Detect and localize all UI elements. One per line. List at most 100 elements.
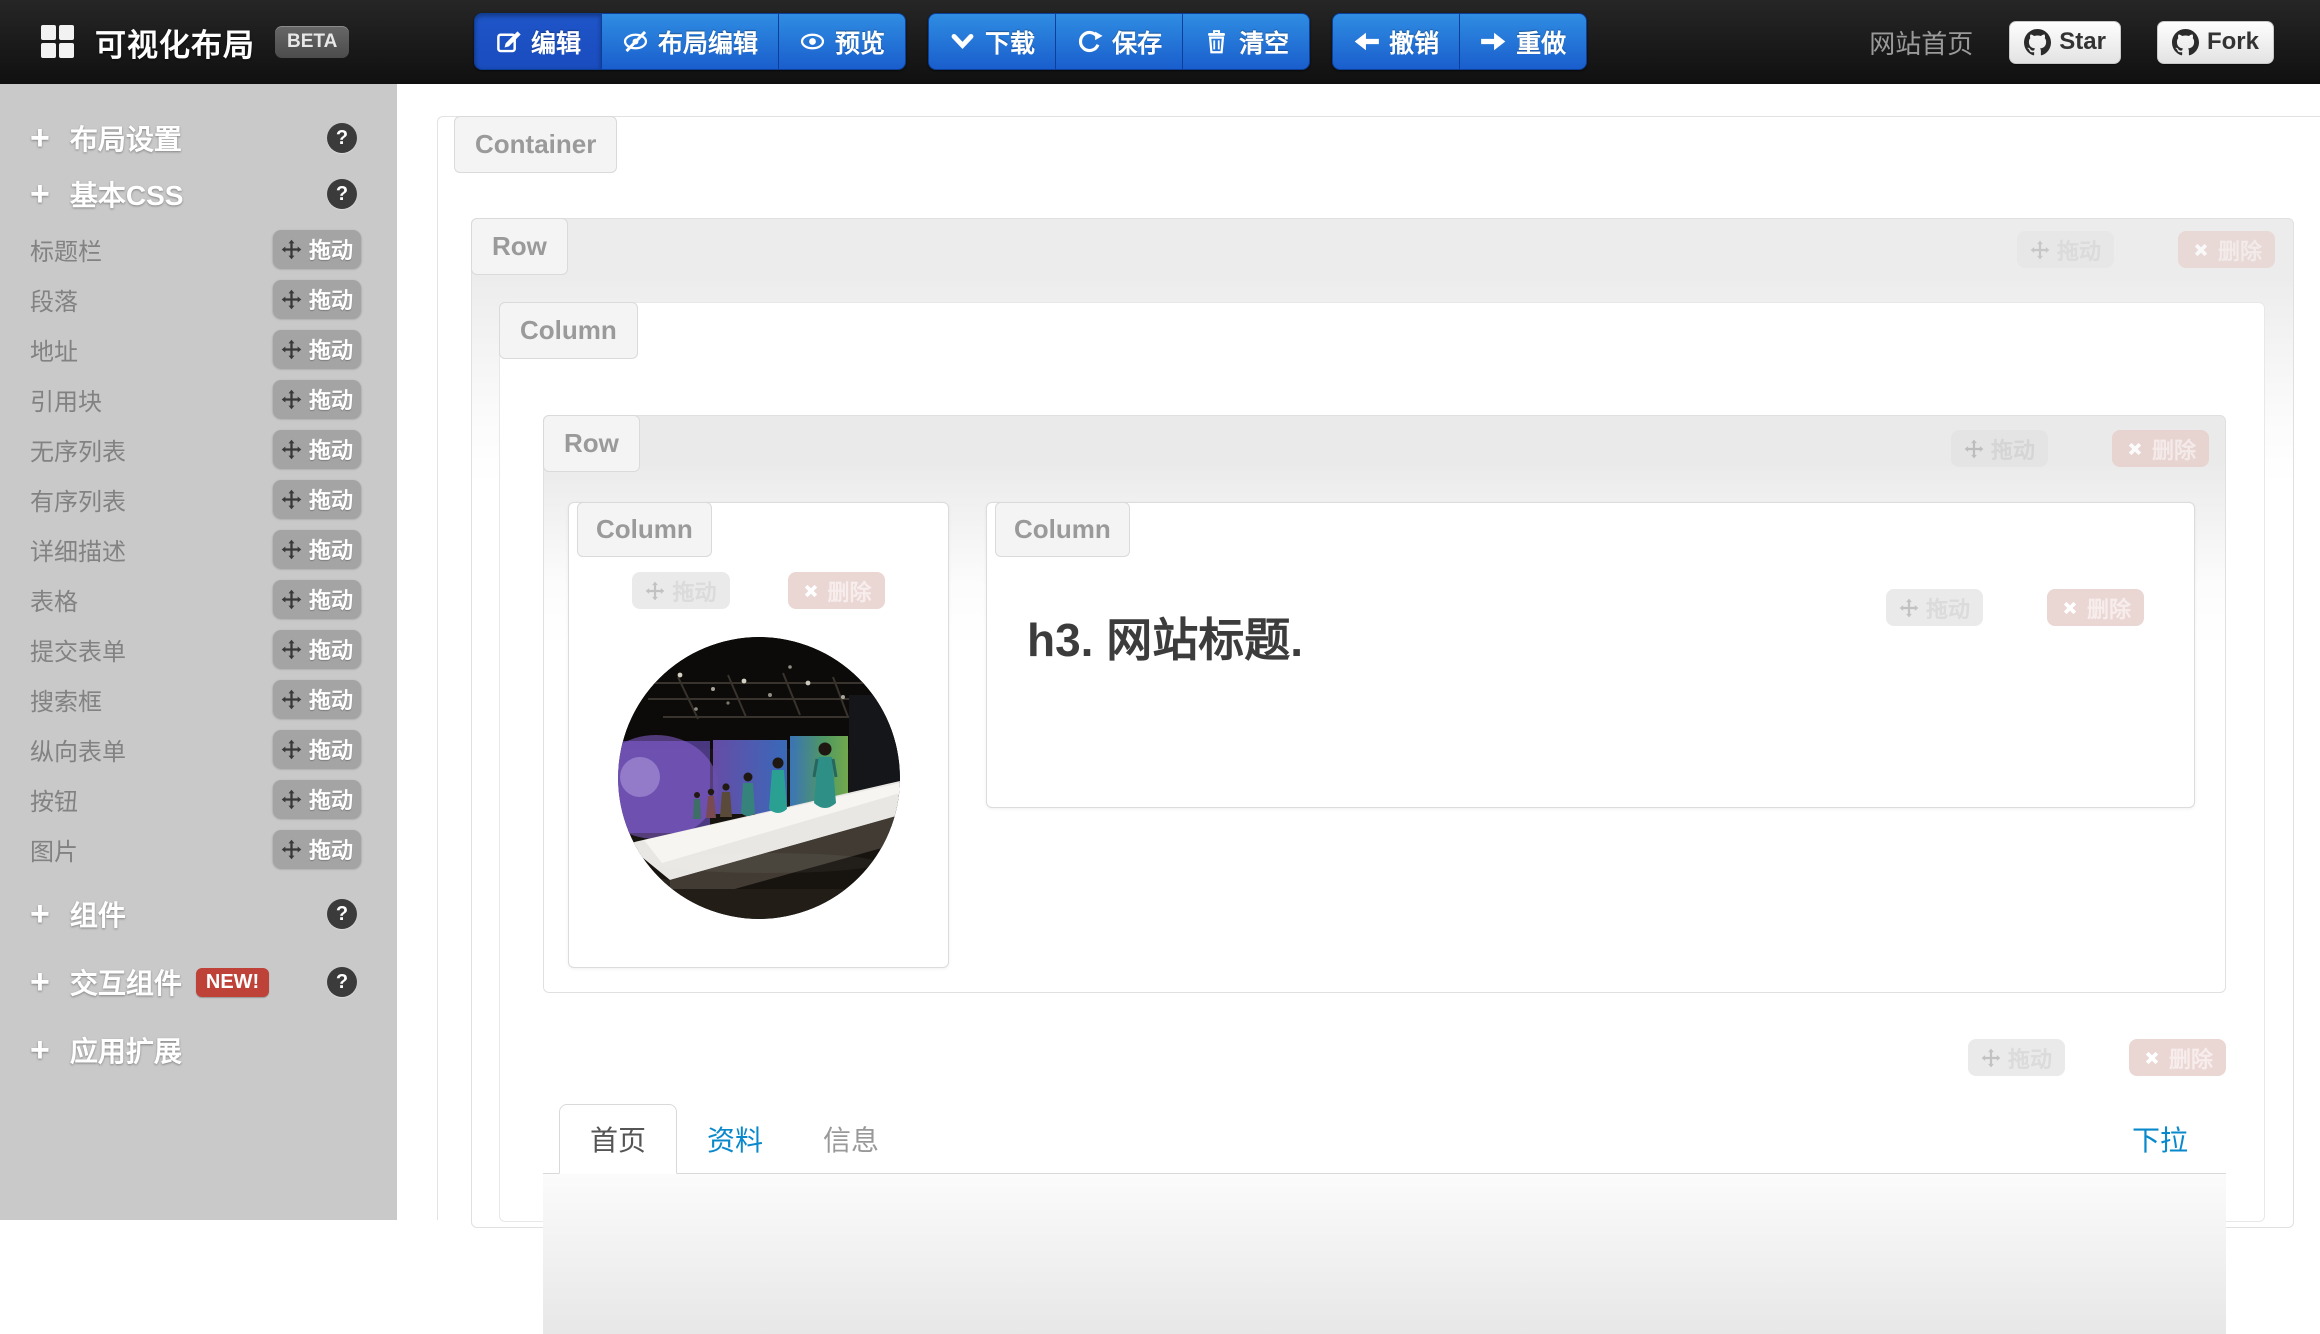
row-label[interactable]: Row bbox=[471, 218, 568, 275]
move-icon bbox=[281, 689, 302, 710]
plus-icon: + bbox=[30, 121, 50, 155]
drag-label: 拖动 bbox=[309, 533, 353, 565]
container-label[interactable]: Container bbox=[454, 116, 617, 173]
drag-button[interactable]: 拖动 bbox=[1951, 430, 2048, 467]
save-button[interactable]: 保存 bbox=[1056, 13, 1183, 70]
sidebar-section-layout-settings[interactable]: + 布局设置 ? bbox=[0, 110, 397, 166]
close-icon bbox=[2060, 598, 2080, 618]
tab-profile[interactable]: 资料 bbox=[677, 1105, 793, 1173]
row-label[interactable]: Row bbox=[543, 415, 640, 472]
refresh-icon bbox=[1076, 28, 1103, 55]
section-label: 应用扩展 bbox=[70, 1030, 182, 1070]
item-label: 引用块 bbox=[30, 382, 102, 417]
delete-button[interactable]: 删除 bbox=[2178, 231, 2275, 268]
drag-handle-button[interactable]: 拖动 bbox=[273, 330, 361, 368]
plus-icon: + bbox=[30, 897, 50, 931]
tab-info[interactable]: 信息 bbox=[793, 1105, 909, 1173]
drag-button[interactable]: 拖动 bbox=[2017, 231, 2114, 268]
plus-icon: + bbox=[30, 1033, 50, 1067]
beta-badge: BETA bbox=[275, 26, 349, 58]
help-icon[interactable]: ? bbox=[327, 123, 357, 153]
drag-handle-button[interactable]: 拖动 bbox=[273, 780, 361, 818]
help-icon[interactable]: ? bbox=[327, 899, 357, 929]
drag-button[interactable]: 拖动 bbox=[1968, 1039, 2065, 1076]
column-label[interactable]: Column bbox=[995, 502, 1130, 557]
drag-handle-button[interactable]: 拖动 bbox=[273, 830, 361, 868]
drag-handle-button[interactable]: 拖动 bbox=[273, 230, 361, 268]
download-button[interactable]: 下载 bbox=[928, 13, 1056, 70]
move-icon bbox=[281, 739, 302, 760]
top-navbar: 可视化布局 BETA 编辑 布局编辑 预览 下载 保存 bbox=[0, 0, 2320, 84]
drag-handle-button[interactable]: 拖动 bbox=[273, 580, 361, 618]
column-photo: Column 拖动 删除 bbox=[568, 502, 949, 968]
site-home-link[interactable]: 网站首页 bbox=[1869, 24, 1973, 61]
list-item-submit-form: 提交表单 拖动 bbox=[0, 624, 397, 674]
basic-css-component-list: 标题栏 拖动 段落 拖动 地址 拖动 引用块 拖动 无序列表 拖动 有序列表 拖… bbox=[0, 224, 397, 874]
drag-label: 拖动 bbox=[1991, 433, 2035, 465]
drag-handle-button[interactable]: 拖动 bbox=[273, 480, 361, 518]
fashion-show-photo bbox=[618, 637, 900, 919]
drag-label: 拖动 bbox=[309, 483, 353, 515]
item-label: 按钮 bbox=[30, 782, 78, 817]
move-icon bbox=[281, 839, 302, 860]
nested-row-element: Row 拖动 删除 Column 拖动 删除 bbox=[543, 415, 2226, 993]
help-icon[interactable]: ? bbox=[327, 179, 357, 209]
drag-label: 拖动 bbox=[309, 433, 353, 465]
move-icon bbox=[1981, 1048, 2001, 1068]
github-star-button[interactable]: Star bbox=[2009, 21, 2121, 64]
close-icon bbox=[2142, 1048, 2162, 1068]
row-controls: 拖动 删除 bbox=[1951, 430, 2209, 467]
delete-button[interactable]: 删除 bbox=[788, 572, 885, 609]
column-label[interactable]: Column bbox=[499, 302, 638, 359]
preview-button[interactable]: 预览 bbox=[779, 13, 906, 70]
clear-button-label: 清空 bbox=[1239, 24, 1289, 60]
list-item-unordered-list: 无序列表 拖动 bbox=[0, 424, 397, 474]
github-star-label: Star bbox=[2059, 28, 2106, 56]
delete-label: 删除 bbox=[828, 575, 872, 607]
move-icon bbox=[281, 539, 302, 560]
sidebar-section-interactive-components[interactable]: + 交互组件 NEW! ? bbox=[0, 954, 397, 1010]
delete-label: 删除 bbox=[2218, 234, 2262, 266]
item-label: 段落 bbox=[30, 282, 78, 317]
tab-home[interactable]: 首页 bbox=[559, 1104, 677, 1174]
drag-label: 拖动 bbox=[309, 333, 353, 365]
undo-button[interactable]: 撤销 bbox=[1332, 13, 1460, 70]
github-octocat-icon bbox=[2024, 29, 2051, 56]
drag-label: 拖动 bbox=[2057, 234, 2101, 266]
item-label: 搜索框 bbox=[30, 682, 102, 717]
drag-handle-button[interactable]: 拖动 bbox=[273, 380, 361, 418]
help-icon[interactable]: ? bbox=[327, 967, 357, 997]
chevron-down-icon bbox=[949, 28, 976, 55]
redo-button[interactable]: 重做 bbox=[1460, 13, 1587, 70]
move-icon bbox=[281, 639, 302, 660]
drag-handle-button[interactable]: 拖动 bbox=[273, 530, 361, 568]
delete-button[interactable]: 删除 bbox=[2047, 589, 2144, 626]
sidebar-section-app-extensions[interactable]: + 应用扩展 bbox=[0, 1022, 397, 1078]
list-item-description-list: 详细描述 拖动 bbox=[0, 524, 397, 574]
drag-button[interactable]: 拖动 bbox=[1886, 589, 1983, 626]
sidebar-section-basic-css[interactable]: + 基本CSS ? bbox=[0, 166, 397, 222]
drag-handle-button[interactable]: 拖动 bbox=[273, 630, 361, 668]
layout-edit-button[interactable]: 布局编辑 bbox=[602, 13, 779, 70]
tab-dropdown[interactable]: 下拉 bbox=[2102, 1105, 2226, 1173]
drag-handle-button[interactable]: 拖动 bbox=[273, 680, 361, 718]
column-label[interactable]: Column bbox=[577, 502, 712, 557]
column-heading: Column 拖动 删除 h3. 网站标题. bbox=[986, 502, 2195, 808]
clear-button[interactable]: 清空 bbox=[1183, 13, 1310, 70]
move-icon bbox=[281, 289, 302, 310]
drag-handle-button[interactable]: 拖动 bbox=[273, 730, 361, 768]
redo-button-label: 重做 bbox=[1516, 24, 1566, 60]
sidebar-section-components[interactable]: + 组件 ? bbox=[0, 886, 397, 942]
move-icon bbox=[281, 339, 302, 360]
delete-button[interactable]: 删除 bbox=[2112, 430, 2209, 467]
github-fork-button[interactable]: Fork bbox=[2157, 21, 2274, 64]
github-fork-label: Fork bbox=[2207, 28, 2259, 56]
list-item-table: 表格 拖动 bbox=[0, 574, 397, 624]
delete-button[interactable]: 删除 bbox=[2129, 1039, 2226, 1076]
edit-button[interactable]: 编辑 bbox=[474, 13, 602, 70]
drag-button[interactable]: 拖动 bbox=[632, 572, 729, 609]
drag-handle-button[interactable]: 拖动 bbox=[273, 280, 361, 318]
plus-icon: + bbox=[30, 965, 50, 999]
column-element: Column Row 拖动 删除 Column 拖动 删除 bbox=[499, 302, 2265, 1222]
drag-handle-button[interactable]: 拖动 bbox=[273, 430, 361, 468]
